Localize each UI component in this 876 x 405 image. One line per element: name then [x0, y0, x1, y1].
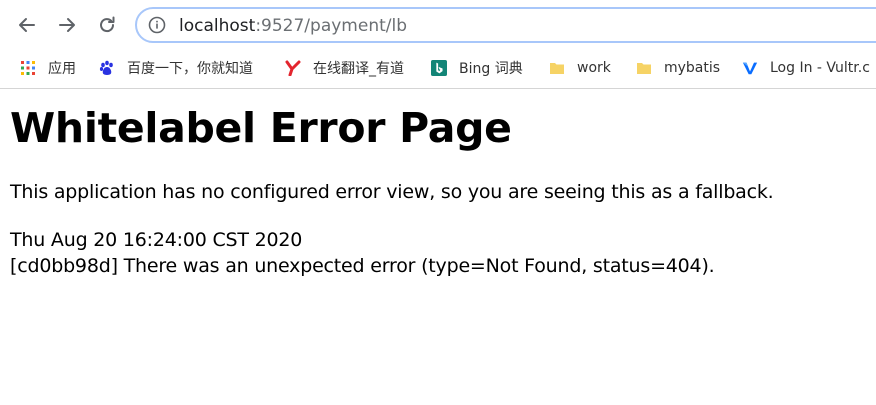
url-text[interactable]: localhost:9527/payment/lb — [179, 15, 407, 37]
bookmark-label: 百度一下，你就知道 — [127, 61, 253, 77]
bookmark-label: 在线翻译_有道 — [313, 61, 404, 77]
back-arrow-icon[interactable] — [13, 11, 41, 39]
bookmark-bing[interactable]: Bing 词典 — [431, 58, 523, 78]
bookmark-youdao[interactable]: 在线翻译_有道 — [285, 58, 404, 78]
bookmark-baidu[interactable]: 百度一下，你就知道 — [99, 58, 253, 78]
url-host: localhost — [179, 16, 256, 36]
bookmark-apps[interactable]: 应用 — [20, 58, 76, 78]
info-icon[interactable] — [148, 16, 166, 34]
bookmark-mybatis[interactable]: mybatis — [636, 58, 720, 78]
bookmark-work[interactable]: work — [549, 58, 611, 78]
forward-arrow-icon[interactable] — [53, 11, 81, 39]
page-content: Whitelabel Error Page — [10, 98, 512, 158]
page-title: Whitelabel Error Page — [10, 104, 512, 152]
bookmark-vultr[interactable]: Log In - Vultr.c — [742, 58, 870, 78]
error-message: This application has no configured error… — [10, 181, 774, 203]
folder-icon — [636, 60, 652, 76]
error-detail: [cd0bb98d] There was an unexpected error… — [10, 255, 715, 277]
folder-icon — [549, 60, 565, 76]
vultr-icon — [742, 60, 758, 76]
bing-icon — [431, 60, 447, 76]
bookmark-label: mybatis — [664, 60, 721, 76]
url-path: :9527/payment/lb — [255, 16, 408, 36]
baidu-paw-icon — [99, 60, 115, 76]
apps-grid-icon — [20, 60, 36, 76]
error-timestamp: Thu Aug 20 16:24:00 CST 2020 — [10, 229, 303, 251]
youdao-icon — [285, 60, 301, 76]
bookmark-label: Log In - Vultr.c — [770, 60, 870, 76]
bookmark-label: work — [577, 60, 611, 76]
bookmarks-bar: 应用 百度一下，你就知道 在线翻译_有道 Bing 词典 work mybati… — [0, 50, 876, 89]
bookmark-label: 应用 — [48, 61, 76, 77]
browser-toolbar: localhost:9527/payment/lb — [0, 0, 876, 50]
address-bar[interactable]: localhost:9527/payment/lb — [135, 7, 876, 43]
bookmark-label: Bing 词典 — [459, 61, 523, 77]
reload-icon[interactable] — [93, 11, 121, 39]
